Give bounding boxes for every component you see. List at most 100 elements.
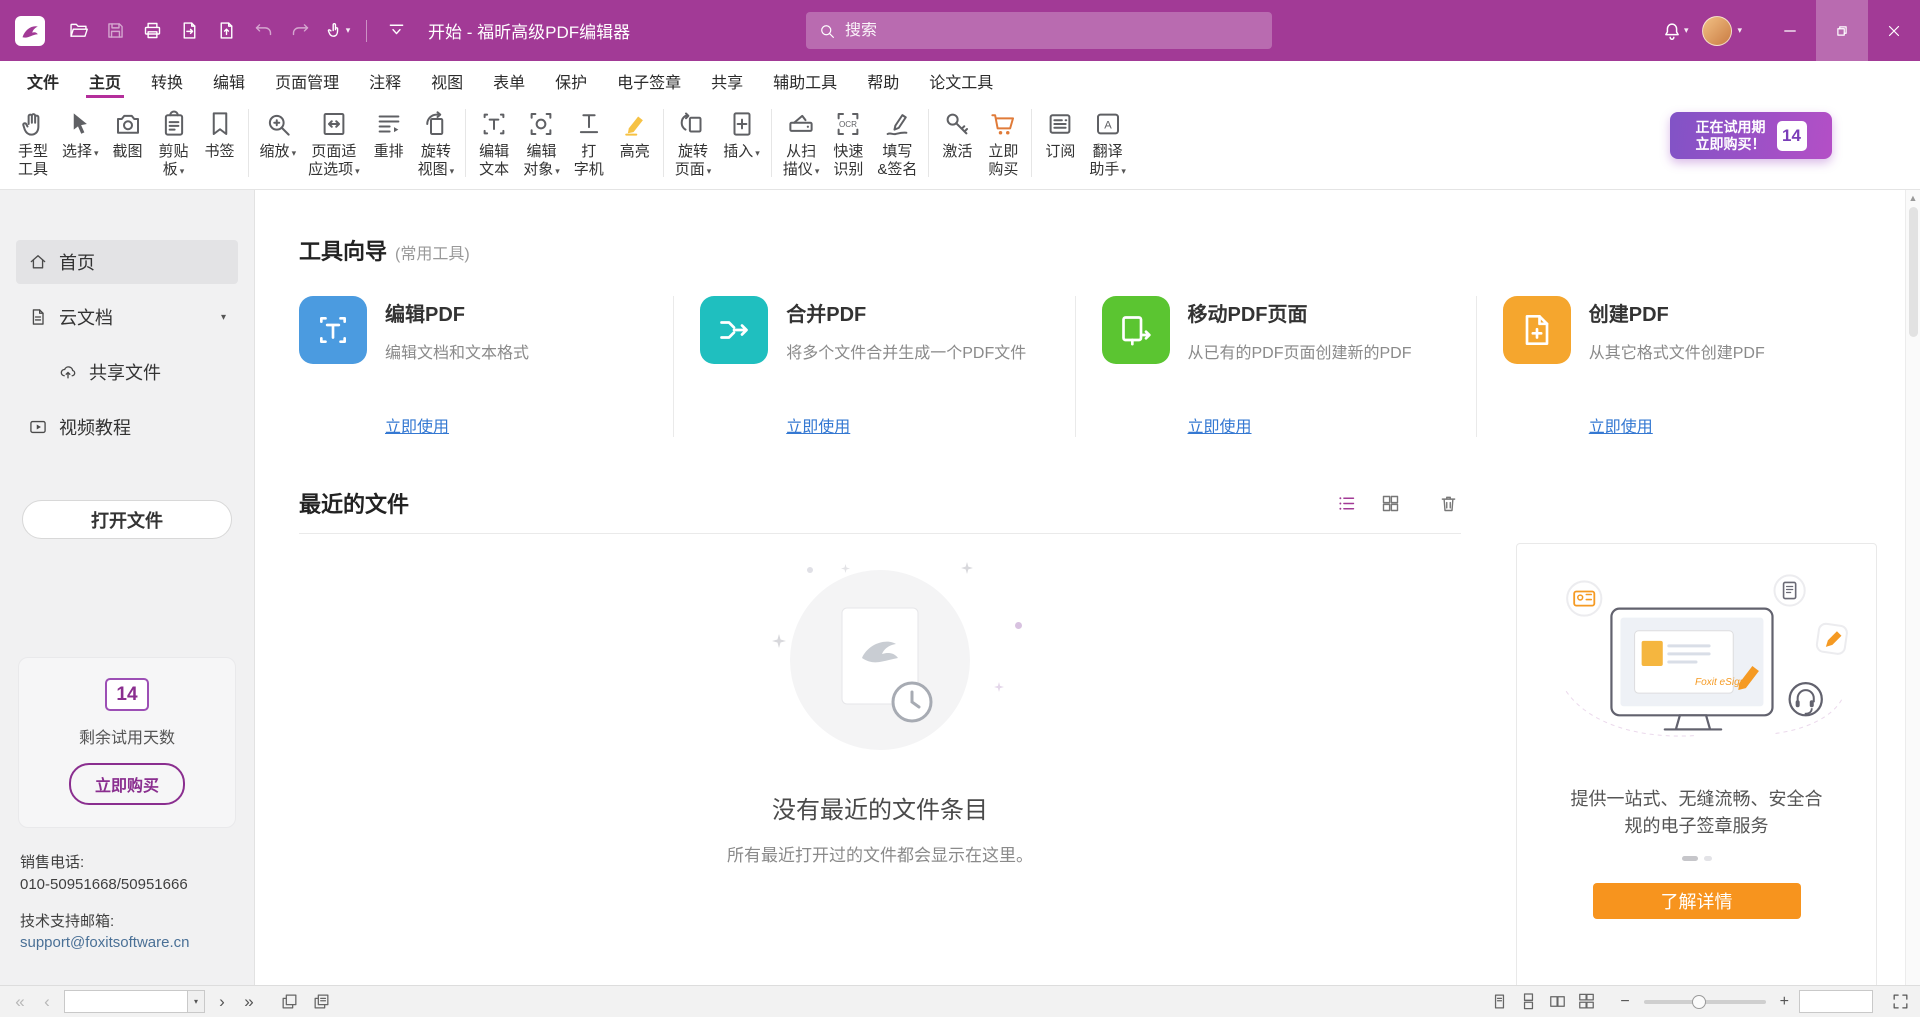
ribbon-activate[interactable]: 激活 [934, 103, 980, 189]
ribbon-label-fill-and-sign: 填写 &签名 [877, 143, 917, 179]
sidebar-item-home[interactable]: 首页 [16, 240, 238, 284]
scroll-up-icon[interactable]: ▲ [1909, 193, 1918, 203]
minimize-button[interactable] [1764, 0, 1816, 61]
ribbon-buy-now[interactable]: 立即 购买 [980, 103, 1026, 189]
create-pdf-icon-tile[interactable] [1503, 296, 1571, 364]
card-body-create-pdf: 创建PDF从其它格式文件创建PDF立即使用 [1589, 296, 1765, 437]
trial-purchase-badge[interactable]: 正在试用期 立即购买！ 14 [1670, 112, 1832, 159]
menu-item-accessibility-tools[interactable]: 辅助工具 [758, 61, 852, 98]
menu-item-paper-tools[interactable]: 论文工具 [914, 61, 1008, 98]
menu-item-esign[interactable]: 电子签章 [602, 61, 696, 98]
learn-more-button[interactable]: 了解详情 [1593, 883, 1801, 919]
ribbon-hand-tool[interactable]: 手型 工具 [10, 103, 56, 189]
ribbon-rotate-view[interactable]: 旋转 视图▾ [412, 103, 461, 189]
open-file-button[interactable] [61, 14, 95, 48]
ribbon-edit-text[interactable]: 编辑 文本 [471, 103, 517, 189]
snapshot-button[interactable] [280, 992, 299, 1011]
scrollbar-thumb[interactable] [1909, 207, 1918, 337]
page-dropdown-caret-icon[interactable]: ▾ [187, 991, 204, 1012]
ribbon-snapshot[interactable]: 截图 [105, 103, 151, 189]
sidebar-item-shared-files[interactable]: 共享文件 [16, 350, 238, 394]
restore-button[interactable] [1816, 0, 1868, 61]
translate-icon: A [1093, 109, 1123, 139]
menu-item-protect[interactable]: 保护 [540, 61, 602, 98]
ribbon-fit-page-options[interactable]: 页面适 应选项▾ [302, 103, 366, 189]
collapse-ribbon-button[interactable] [379, 14, 413, 48]
fullscreen-button[interactable] [1891, 992, 1910, 1011]
menu-item-help[interactable]: 帮助 [852, 61, 914, 98]
save-button[interactable] [98, 14, 132, 48]
open-file-button[interactable]: 打开文件 [22, 500, 232, 539]
touch-mode-button[interactable]: ▾ [320, 14, 354, 48]
facing-view-button[interactable] [1548, 992, 1567, 1011]
ribbon-select[interactable]: 选择▾ [56, 103, 105, 189]
ribbon-reflow[interactable]: 重排 [366, 103, 412, 189]
global-search[interactable] [806, 12, 1272, 49]
zoom-slider[interactable] [1644, 1000, 1766, 1004]
close-button[interactable] [1868, 0, 1920, 61]
grid-view-button[interactable] [1377, 490, 1403, 516]
edit-pdf-icon-tile[interactable] [299, 296, 367, 364]
next-page-button[interactable]: › [212, 992, 232, 1012]
menu-item-convert[interactable]: 转换 [136, 61, 198, 98]
move-pdf-pages-icon-tile[interactable] [1102, 296, 1170, 364]
ribbon-typewriter[interactable]: 打 字机 [566, 103, 612, 189]
menu-item-file[interactable]: 文件 [12, 61, 74, 98]
ribbon-translate-assistant[interactable]: A翻译 助手▾ [1083, 103, 1132, 189]
menu-item-edit[interactable]: 编辑 [198, 61, 260, 98]
menu-item-comment[interactable]: 注释 [354, 61, 416, 98]
carousel-dot[interactable] [1704, 856, 1712, 861]
notifications-button[interactable]: ▾ [1661, 20, 1689, 42]
ribbon-rotate-pages[interactable]: 旋转 页面▾ [669, 103, 718, 189]
first-page-button[interactable]: « [10, 992, 30, 1012]
ribbon-edit-object[interactable]: 编辑 对象▾ [517, 103, 566, 189]
use-now-link-create-pdf[interactable]: 立即使用 [1589, 413, 1653, 437]
zoom-percent-input[interactable] [1799, 990, 1873, 1013]
ribbon-highlight[interactable]: 高亮 [612, 103, 658, 189]
zoom-out-button[interactable]: − [1620, 993, 1629, 1011]
page-number-input[interactable] [65, 991, 187, 1012]
merge-pdf-icon-tile[interactable] [700, 296, 768, 364]
undo-button[interactable] [246, 14, 280, 48]
vertical-scrollbar[interactable]: ▲ [1905, 190, 1920, 985]
use-now-link-edit-pdf[interactable]: 立即使用 [385, 413, 449, 437]
use-now-link-merge-pdf[interactable]: 立即使用 [786, 413, 850, 437]
ribbon-subscribe[interactable]: 订阅 [1037, 103, 1083, 189]
single-page-view-button[interactable] [1490, 992, 1509, 1011]
ribbon-bookmark[interactable]: 书签 [197, 103, 243, 189]
buy-now-button[interactable]: 立即购买 [69, 763, 185, 805]
ribbon-fill-and-sign[interactable]: 填写 &签名 [871, 103, 923, 189]
menu-item-home[interactable]: 主页 [74, 61, 136, 98]
ribbon-quick-ocr[interactable]: OCR快速 识别 [825, 103, 871, 189]
list-view-button[interactable] [1333, 490, 1359, 516]
sidebar-item-video-tutorials[interactable]: 视频教程 [16, 405, 238, 449]
continuous-facing-view-button[interactable] [1577, 992, 1596, 1011]
last-page-button[interactable]: » [239, 992, 259, 1012]
redo-button[interactable] [283, 14, 317, 48]
ribbon-zoom[interactable]: 缩放▾ [254, 103, 303, 189]
support-email-link[interactable]: support@foxitsoftware.cn [20, 932, 234, 954]
menu-item-share[interactable]: 共享 [696, 61, 758, 98]
use-now-link-move-pdf-pages[interactable]: 立即使用 [1188, 413, 1252, 437]
zoom-in-button[interactable]: + [1780, 993, 1789, 1011]
dropdown-caret-icon: ▾ [355, 166, 360, 176]
search-icon [818, 22, 836, 40]
account-menu[interactable]: ▾ [1702, 16, 1742, 46]
sidebar-item-cloud-docs[interactable]: 云文档▾ [16, 295, 238, 339]
continuous-view-button[interactable] [1519, 992, 1538, 1011]
menu-item-view[interactable]: 视图 [416, 61, 478, 98]
ribbon-from-scanner[interactable]: 从扫 描仪▾ [777, 103, 826, 189]
menu-item-form[interactable]: 表单 [478, 61, 540, 98]
clear-recent-button[interactable] [1435, 490, 1461, 516]
export-button[interactable] [172, 14, 206, 48]
carousel-dot-active[interactable] [1682, 856, 1698, 861]
share-button[interactable] [209, 14, 243, 48]
clipboard-snapshot-button[interactable] [312, 992, 331, 1011]
prev-page-button[interactable]: ‹ [37, 992, 57, 1012]
zoom-slider-thumb[interactable] [1692, 995, 1706, 1009]
print-button[interactable] [135, 14, 169, 48]
menu-item-page-management[interactable]: 页面管理 [260, 61, 354, 98]
search-input[interactable] [845, 22, 1260, 40]
ribbon-clipboard[interactable]: 剪贴 板▾ [151, 103, 197, 189]
ribbon-insert[interactable]: 插入▾ [717, 103, 766, 189]
